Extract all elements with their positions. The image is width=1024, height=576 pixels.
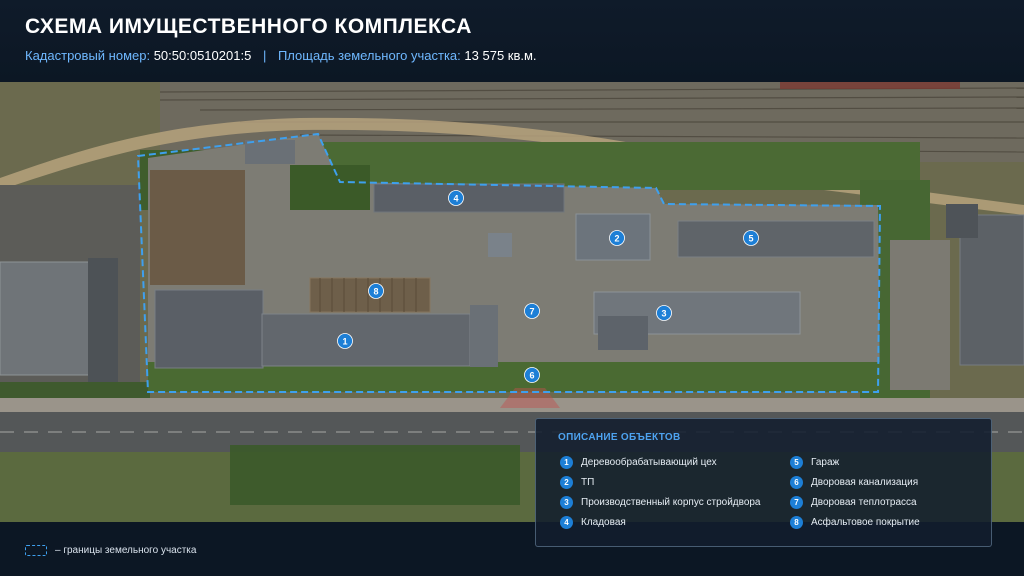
- legend-label-2: ТП: [581, 476, 595, 488]
- boundary-legend-label: – границы земельного участка: [55, 544, 197, 556]
- legend-item-3: 3 Производственный корпус стройдвора: [560, 495, 761, 509]
- building-1-west: [154, 289, 264, 369]
- legend-item-2: 2 ТП: [560, 475, 594, 489]
- building-1: [261, 313, 471, 367]
- south-trees-band: [230, 445, 520, 505]
- cadastral-value: 50:50:0510201:5: [153, 48, 252, 63]
- parcel-info: Кадастровый номер: 50:50:0510201:5 | Пло…: [25, 48, 537, 63]
- east-small-building: [946, 204, 978, 238]
- legend-item-6: 6 Дворовая канализация: [790, 475, 918, 489]
- legend-num-2: 2: [560, 475, 573, 489]
- legend-num-1: 1: [560, 455, 573, 469]
- legend-label-1: Деревообрабатывающий цех: [581, 456, 717, 468]
- east-parking: [890, 240, 950, 390]
- marker-5-label: 5: [748, 234, 753, 244]
- boundary-swatch-icon: [25, 544, 47, 556]
- legend-num-6: 6: [790, 475, 803, 489]
- legend-num-3: 3: [560, 495, 573, 509]
- building-1-east: [470, 305, 498, 367]
- legend-title: ОПИСАНИЕ ОБЪЕКТОВ: [558, 432, 681, 443]
- legend-item-7: 7 Дворовая теплотрасса: [790, 495, 917, 509]
- legend-label-8: Асфальтовое покрытие: [811, 516, 920, 528]
- area-label: Площадь земельного участка:: [277, 48, 461, 63]
- boundary-legend: – границы земельного участка: [25, 543, 196, 557]
- north-building: [245, 140, 295, 164]
- legend-panel: ОПИСАНИЕ ОБЪЕКТОВ 1 Деревообрабатывающий…: [535, 418, 992, 547]
- legend-item-1: 1 Деревообрабатывающий цех: [560, 455, 717, 469]
- marker-2-label: 2: [614, 234, 619, 244]
- legend-num-7: 7: [790, 495, 803, 509]
- info-separator: |: [262, 48, 267, 63]
- legend-item-8: 8 Асфальтовое покрытие: [790, 515, 920, 529]
- marker-6-label: 6: [529, 371, 534, 381]
- marker-8-label: 8: [373, 287, 378, 297]
- marker-7-label: 7: [529, 307, 534, 317]
- legend-num-8: 8: [790, 515, 803, 529]
- header: СХЕМА ИМУЩЕСТВЕННОГО КОМПЛЕКСА Кадастров…: [0, 0, 1024, 82]
- marker-4-label: 4: [453, 194, 458, 204]
- building-5: [677, 220, 875, 258]
- legend-num-4: 4: [560, 515, 573, 529]
- legend-label-4: Кладовая: [581, 516, 626, 528]
- small-building: [488, 233, 512, 257]
- building-3-annex: [598, 316, 648, 350]
- marker-1-label: 1: [342, 337, 347, 347]
- yard-trees: [290, 165, 370, 210]
- left-annex: [88, 258, 118, 383]
- legend-label-5: Гараж: [811, 456, 840, 468]
- page-title: СХЕМА ИМУЩЕСТВЕННОГО КОМПЛЕКСА: [25, 15, 472, 38]
- cadastral-label: Кадастровый номер:: [25, 48, 151, 63]
- left-building: [0, 261, 91, 376]
- scrap-area: [150, 170, 245, 285]
- rail-cars: [780, 82, 960, 89]
- legend-label-6: Дворовая канализация: [811, 476, 919, 488]
- building-4: [373, 183, 565, 213]
- legend-item-5: 5 Гараж: [790, 455, 839, 469]
- legend-num-5: 5: [790, 455, 803, 469]
- marker-3-label: 3: [661, 309, 666, 319]
- legend-item-4: 4 Кладовая: [560, 515, 626, 529]
- legend-label-3: Производственный корпус стройдвора: [581, 496, 761, 508]
- area-value: 13 575 кв.м.: [464, 48, 537, 63]
- legend-label-7: Дворовая теплотрасса: [811, 496, 917, 508]
